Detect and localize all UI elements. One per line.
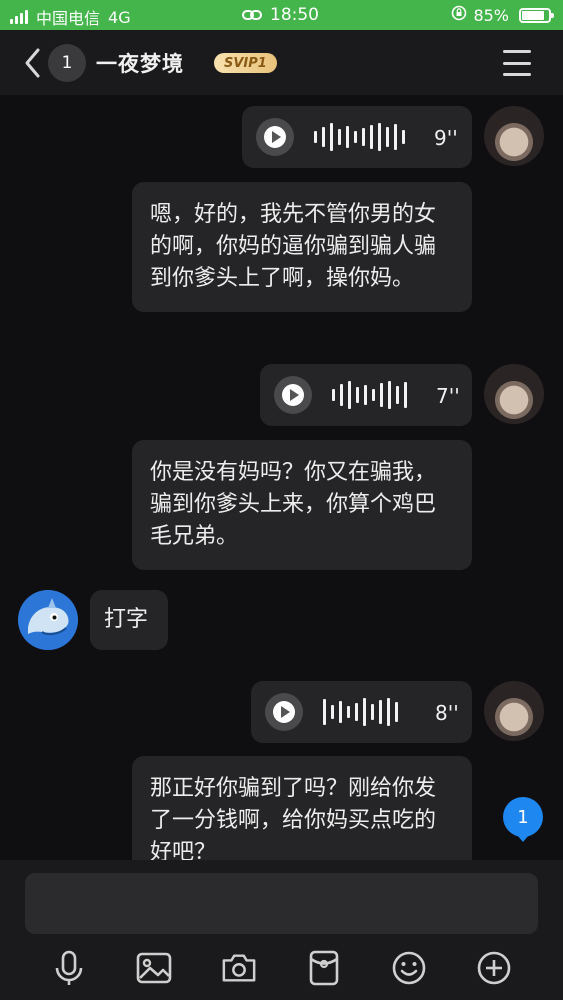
clock: 18:50 [270, 5, 319, 25]
voice-message[interactable]: 9'' [242, 106, 472, 168]
status-bar: 中国电信 4G 18:50 85% [0, 0, 563, 30]
carrier-label: 中国电信 [36, 9, 101, 28]
image-icon[interactable] [136, 950, 172, 986]
avatar[interactable] [484, 106, 544, 166]
avatar[interactable] [484, 681, 544, 741]
play-icon[interactable] [256, 118, 294, 156]
message-bubble[interactable]: 打字 [90, 590, 168, 650]
menu-icon [503, 50, 531, 53]
battery-icon [519, 7, 554, 23]
message-text: 你是没有妈吗？你又在骗我，骗到你爹头上来，你算个鸡巴毛兄弟。 [150, 460, 437, 549]
camera-icon[interactable] [221, 950, 257, 986]
message-list[interactable]: 9'' 嗯，好的，我先不管你男的女的啊，你妈的逼你骗到骗人骗到你爹头上了啊，操你… [0, 96, 563, 860]
message-text: 嗯，好的，我先不管你男的女的啊，你妈的逼你骗到骗人骗到你爹头上了啊，操你妈。 [150, 202, 437, 291]
message-input[interactable] [25, 873, 538, 934]
message-bubble[interactable]: 嗯，好的，我先不管你男的女的啊，你妈的逼你骗到骗人骗到你爹头上了啊，操你妈。 [132, 182, 472, 312]
network-label: 4G [108, 7, 131, 27]
waveform-icon [332, 381, 407, 409]
battery-percent: 85% [473, 5, 509, 25]
chevron-left-icon [25, 48, 40, 78]
play-icon[interactable] [265, 693, 303, 731]
message-bubble[interactable]: 你是没有妈吗？你又在骗我，骗到你爹头上来，你算个鸡巴毛兄弟。 [132, 440, 472, 570]
message-text: 打字 [104, 607, 149, 632]
unread-count-badge[interactable]: 1 [48, 44, 86, 82]
red-packet-icon[interactable] [306, 950, 342, 986]
play-icon[interactable] [274, 376, 312, 414]
waveform-icon [314, 123, 405, 151]
signal-icon [10, 10, 28, 24]
voice-duration: 8'' [435, 701, 459, 725]
mic-icon[interactable] [51, 950, 87, 986]
plus-icon[interactable] [476, 950, 512, 986]
chat-header: 1 一夜梦境 SVIP1 [0, 30, 563, 96]
dolphin-avatar-icon [18, 590, 78, 650]
avatar[interactable] [18, 590, 78, 650]
menu-button[interactable] [503, 50, 531, 76]
message-text: 那正好你骗到了吗？刚给你发了一分钱啊，给你妈买点吃的好吧？ [150, 776, 437, 860]
avatar[interactable] [484, 364, 544, 424]
voice-duration: 7'' [436, 384, 460, 408]
voice-message[interactable]: 7'' [260, 364, 472, 426]
waveform-icon [323, 698, 398, 726]
voice-duration: 9'' [434, 126, 458, 150]
svip-badge[interactable]: SVIP1 [214, 53, 277, 73]
chat-title[interactable]: 一夜梦境 [96, 48, 184, 78]
voice-message[interactable]: 8'' [251, 681, 472, 743]
emoji-icon[interactable] [391, 950, 427, 986]
orientation-lock-icon [451, 5, 467, 25]
back-button[interactable] [18, 45, 46, 81]
link-icon [242, 6, 262, 25]
new-message-badge[interactable]: 1 [503, 797, 543, 842]
input-bar [0, 860, 563, 1000]
message-bubble[interactable]: 那正好你骗到了吗？刚给你发了一分钱啊，给你妈买点吃的好吧？ [132, 756, 472, 860]
